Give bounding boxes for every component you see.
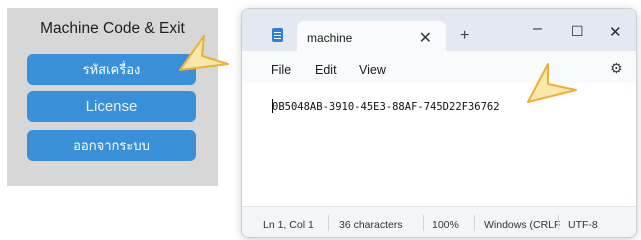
maximize-icon[interactable]: ☐ [571,23,584,40]
cursor-position: Ln 1, Col 1 [263,219,314,231]
status-divider [423,215,424,231]
machine-code-text[interactable]: 0B5048AB-3910-45E3-88AF-745D22F36762 [272,101,500,113]
close-tab-icon[interactable]: ✕ [419,28,432,48]
zoom-level: 100% [432,219,459,231]
tab-label: machine [307,31,353,45]
tab-machine[interactable]: machine ✕ [297,21,446,52]
minimize-icon[interactable]: – [533,20,542,38]
logout-button[interactable]: ออกจากระบบ [27,130,196,161]
notepad-window: machine ✕ + – ☐ ✕ File Edit View ⚙ 0B504… [241,8,637,238]
license-button[interactable]: License [27,91,196,122]
encoding: UTF-8 [568,219,598,231]
status-divider [328,215,329,231]
character-count: 36 characters [339,219,403,231]
settings-gear-icon[interactable]: ⚙ [610,60,623,77]
notepad-app-icon [272,28,283,42]
annotation-arrow-left [179,35,229,71]
annotation-arrow-right [527,63,577,103]
line-ending: Windows (CRLF [484,219,561,231]
status-divider [558,215,559,231]
menu-edit[interactable]: Edit [315,63,337,77]
new-tab-icon[interactable]: + [460,27,469,45]
machine-code-button[interactable]: รหัสเครื่อง [27,54,196,85]
close-window-icon[interactable]: ✕ [609,23,622,41]
menu-view[interactable]: View [359,63,386,77]
status-divider [474,215,475,231]
status-bar: Ln 1, Col 1 36 characters 100% Windows (… [242,206,636,237]
title-bar: machine ✕ + – ☐ ✕ [242,9,636,52]
menu-file[interactable]: File [271,63,291,77]
